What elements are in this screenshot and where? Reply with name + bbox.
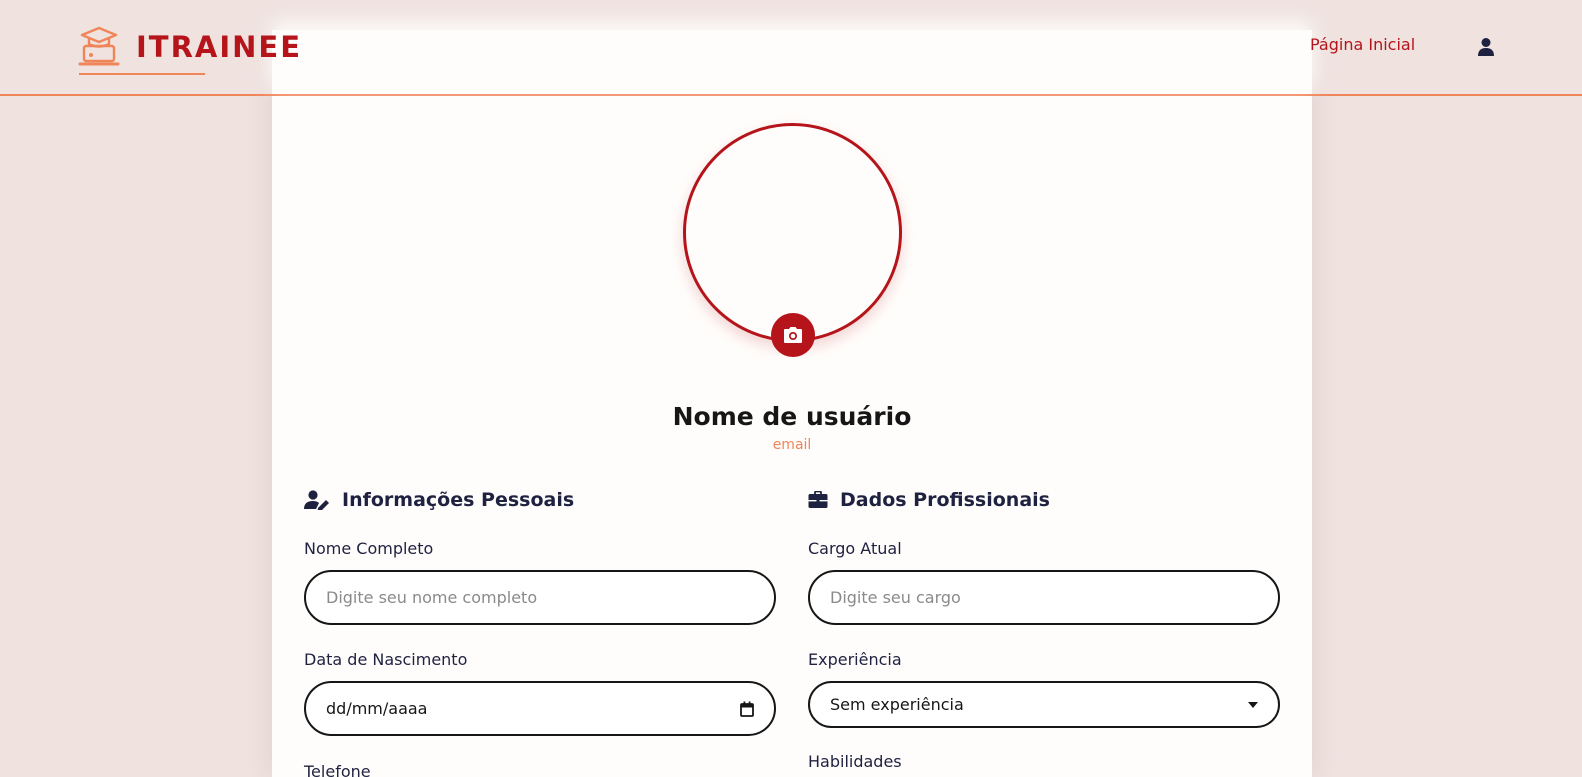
birth-date-label: Data de Nascimento [304, 650, 468, 669]
birth-date-field[interactable]: dd/mm/aaaa [304, 681, 776, 736]
camera-icon [784, 327, 802, 343]
calendar-icon[interactable] [740, 701, 754, 717]
section-personal-info: Informações Pessoais [304, 489, 574, 511]
top-navbar: ITRAINEE Página Inicial [0, 0, 1582, 96]
experience-selected-value: Sem experiência [830, 695, 964, 714]
full-name-label: Nome Completo [304, 539, 434, 558]
section-personal-title: Informações Pessoais [342, 489, 575, 511]
change-photo-button[interactable] [771, 313, 815, 357]
phone-label: Telefone [304, 762, 371, 777]
graduation-laptop-icon [78, 26, 120, 66]
profile-avatar [683, 123, 902, 342]
current-role-input[interactable] [830, 588, 1258, 607]
profile-email: email [772, 437, 812, 453]
full-name-field[interactable] [304, 570, 776, 625]
full-name-input[interactable] [326, 588, 754, 607]
brand-name: ITRAINEE [136, 30, 303, 64]
experience-select[interactable]: Sem experiência [808, 681, 1280, 728]
section-professional-data: Dados Profissionais [808, 489, 1050, 511]
header-card-strip [272, 30, 1312, 94]
experience-label: Experiência [808, 650, 902, 669]
user-icon[interactable] [1477, 37, 1495, 57]
profile-username: Nome de usuário [672, 402, 912, 431]
chevron-down-icon [1248, 701, 1258, 708]
birth-date-value: dd/mm/aaaa [326, 699, 428, 718]
current-role-field[interactable] [808, 570, 1280, 625]
user-edit-icon [304, 490, 329, 510]
current-role-label: Cargo Atual [808, 539, 902, 558]
skills-label: Habilidades [808, 752, 902, 771]
logo-underline [79, 73, 205, 75]
brand-logo[interactable]: ITRAINEE [78, 26, 302, 68]
nav-link-home[interactable]: Página Inicial [1310, 35, 1415, 54]
briefcase-icon [808, 491, 828, 508]
section-professional-title: Dados Profissionais [840, 489, 1050, 511]
